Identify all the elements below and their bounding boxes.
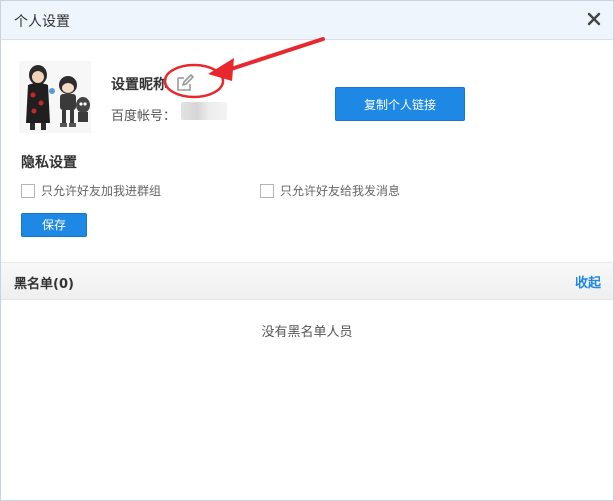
red-annotation-overlay — [163, 37, 325, 99]
avatar-illustration — [19, 61, 91, 133]
close-button[interactable] — [584, 9, 604, 29]
blacklist-header: 黑名单(0) 收起 — [1, 262, 613, 300]
annotation-arrow-head — [208, 58, 234, 81]
edit-nickname-button[interactable] — [175, 73, 195, 93]
close-icon — [587, 12, 601, 26]
nickname-label: 设置昵称 — [111, 77, 167, 93]
checkbox-label: 只允许好友给我发消息 — [280, 184, 401, 198]
annotation-arrow-shaft — [223, 37, 325, 73]
privacy-settings-title: 隐私设置 — [21, 155, 77, 171]
checkbox-friends-only-groups[interactable]: 只允许好友加我进群组 — [21, 182, 161, 199]
account-label: 百度帐号： — [111, 109, 177, 124]
collapse-link[interactable]: 收起 — [575, 272, 601, 291]
personal-settings-dialog: 个人设置 设置昵称 百度帐号： 复制个人链接 隐私设置 只允许好友加我进群组 只… — [0, 0, 614, 501]
edit-pencil-icon — [177, 74, 194, 91]
dialog-title-bar: 个人设置 — [1, 1, 613, 40]
checkbox-friends-only-messages[interactable]: 只允许好友给我发消息 — [260, 182, 400, 199]
blacklist-title: 黑名单(0) — [14, 277, 74, 292]
blacklist-empty-message: 没有黑名单人员 — [261, 325, 353, 340]
checkbox-label: 只允许好友加我进群组 — [41, 184, 162, 198]
checkbox-box[interactable] — [260, 183, 274, 198]
avatar[interactable] — [19, 61, 91, 133]
copy-personal-link-button[interactable]: 复制个人链接 — [335, 87, 465, 121]
dialog-title: 个人设置 — [14, 14, 70, 30]
account-value-blurred — [181, 102, 227, 120]
checkbox-box[interactable] — [21, 183, 35, 198]
save-button[interactable]: 保存 — [21, 213, 87, 237]
